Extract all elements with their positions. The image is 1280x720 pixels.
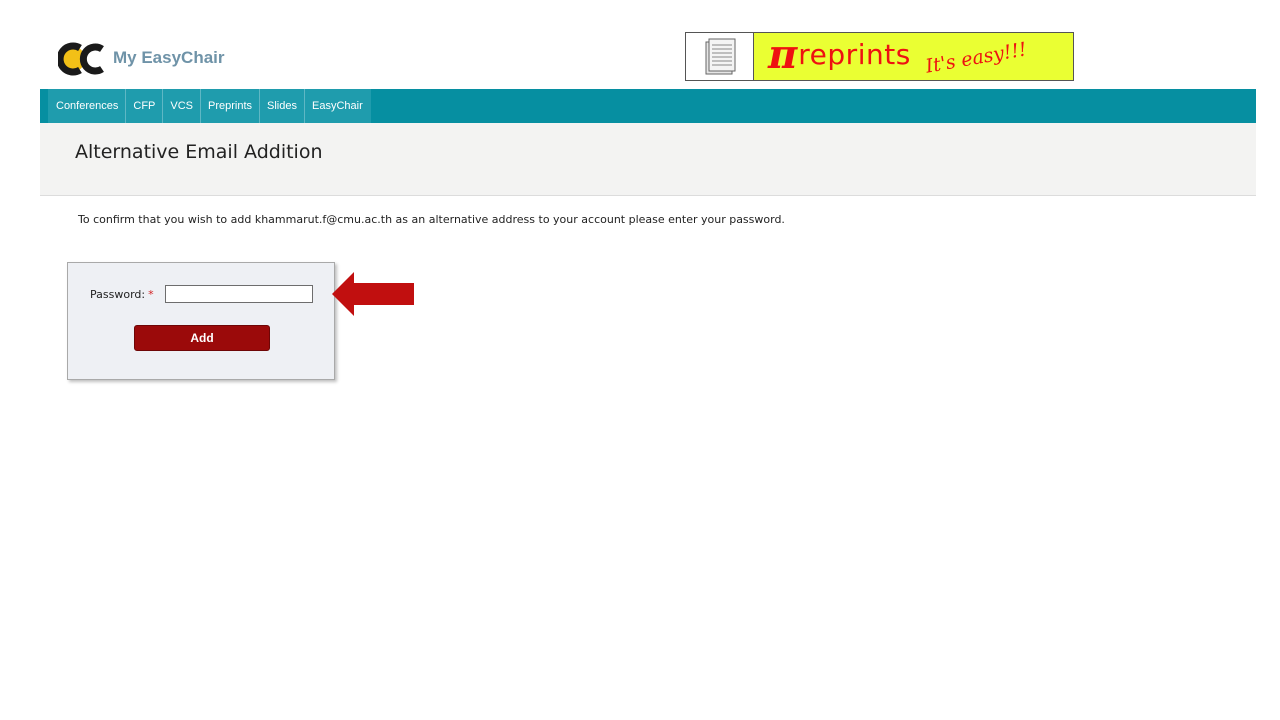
top-navbar: Conferences CFP VCS Preprints Slides Eas… <box>40 89 1256 123</box>
password-label: Password: * <box>90 288 154 301</box>
banner-text-area: π reprints It's easy!!! <box>754 33 1073 80</box>
page-title: Alternative Email Addition <box>75 141 323 163</box>
confirmation-message: To confirm that you wish to add khammaru… <box>78 213 785 226</box>
nav-item-preprints[interactable]: Preprints <box>201 89 261 123</box>
add-button[interactable]: Add <box>134 325 270 351</box>
password-input[interactable] <box>165 285 313 303</box>
logo-text: My EasyChair <box>113 48 225 67</box>
nav-item-conferences[interactable]: Conferences <box>48 89 127 123</box>
password-form: Password: * Add <box>67 262 335 380</box>
nav-item-easychair[interactable]: EasyChair <box>305 89 371 123</box>
required-marker: * <box>148 288 154 301</box>
password-label-text: Password: <box>90 288 146 301</box>
paper-stack-icon <box>686 33 754 80</box>
title-band: Alternative Email Addition <box>40 123 1256 196</box>
arrow-annotation-icon <box>332 272 414 316</box>
banner-word: reprints <box>798 38 911 71</box>
nav-item-cfp[interactable]: CFP <box>126 89 164 123</box>
preprints-banner[interactable]: π reprints It's easy!!! <box>685 32 1074 81</box>
banner-pi: π <box>768 30 798 78</box>
banner-tagline: It's easy!!! <box>923 37 1029 78</box>
easychair-logo-icon <box>58 42 104 76</box>
easychair-logo[interactable]: My EasyChair <box>58 40 225 76</box>
nav-item-vcs[interactable]: VCS <box>163 89 201 123</box>
nav-item-slides[interactable]: Slides <box>260 89 305 123</box>
nav-menu: Conferences CFP VCS Preprints Slides Eas… <box>48 89 371 123</box>
